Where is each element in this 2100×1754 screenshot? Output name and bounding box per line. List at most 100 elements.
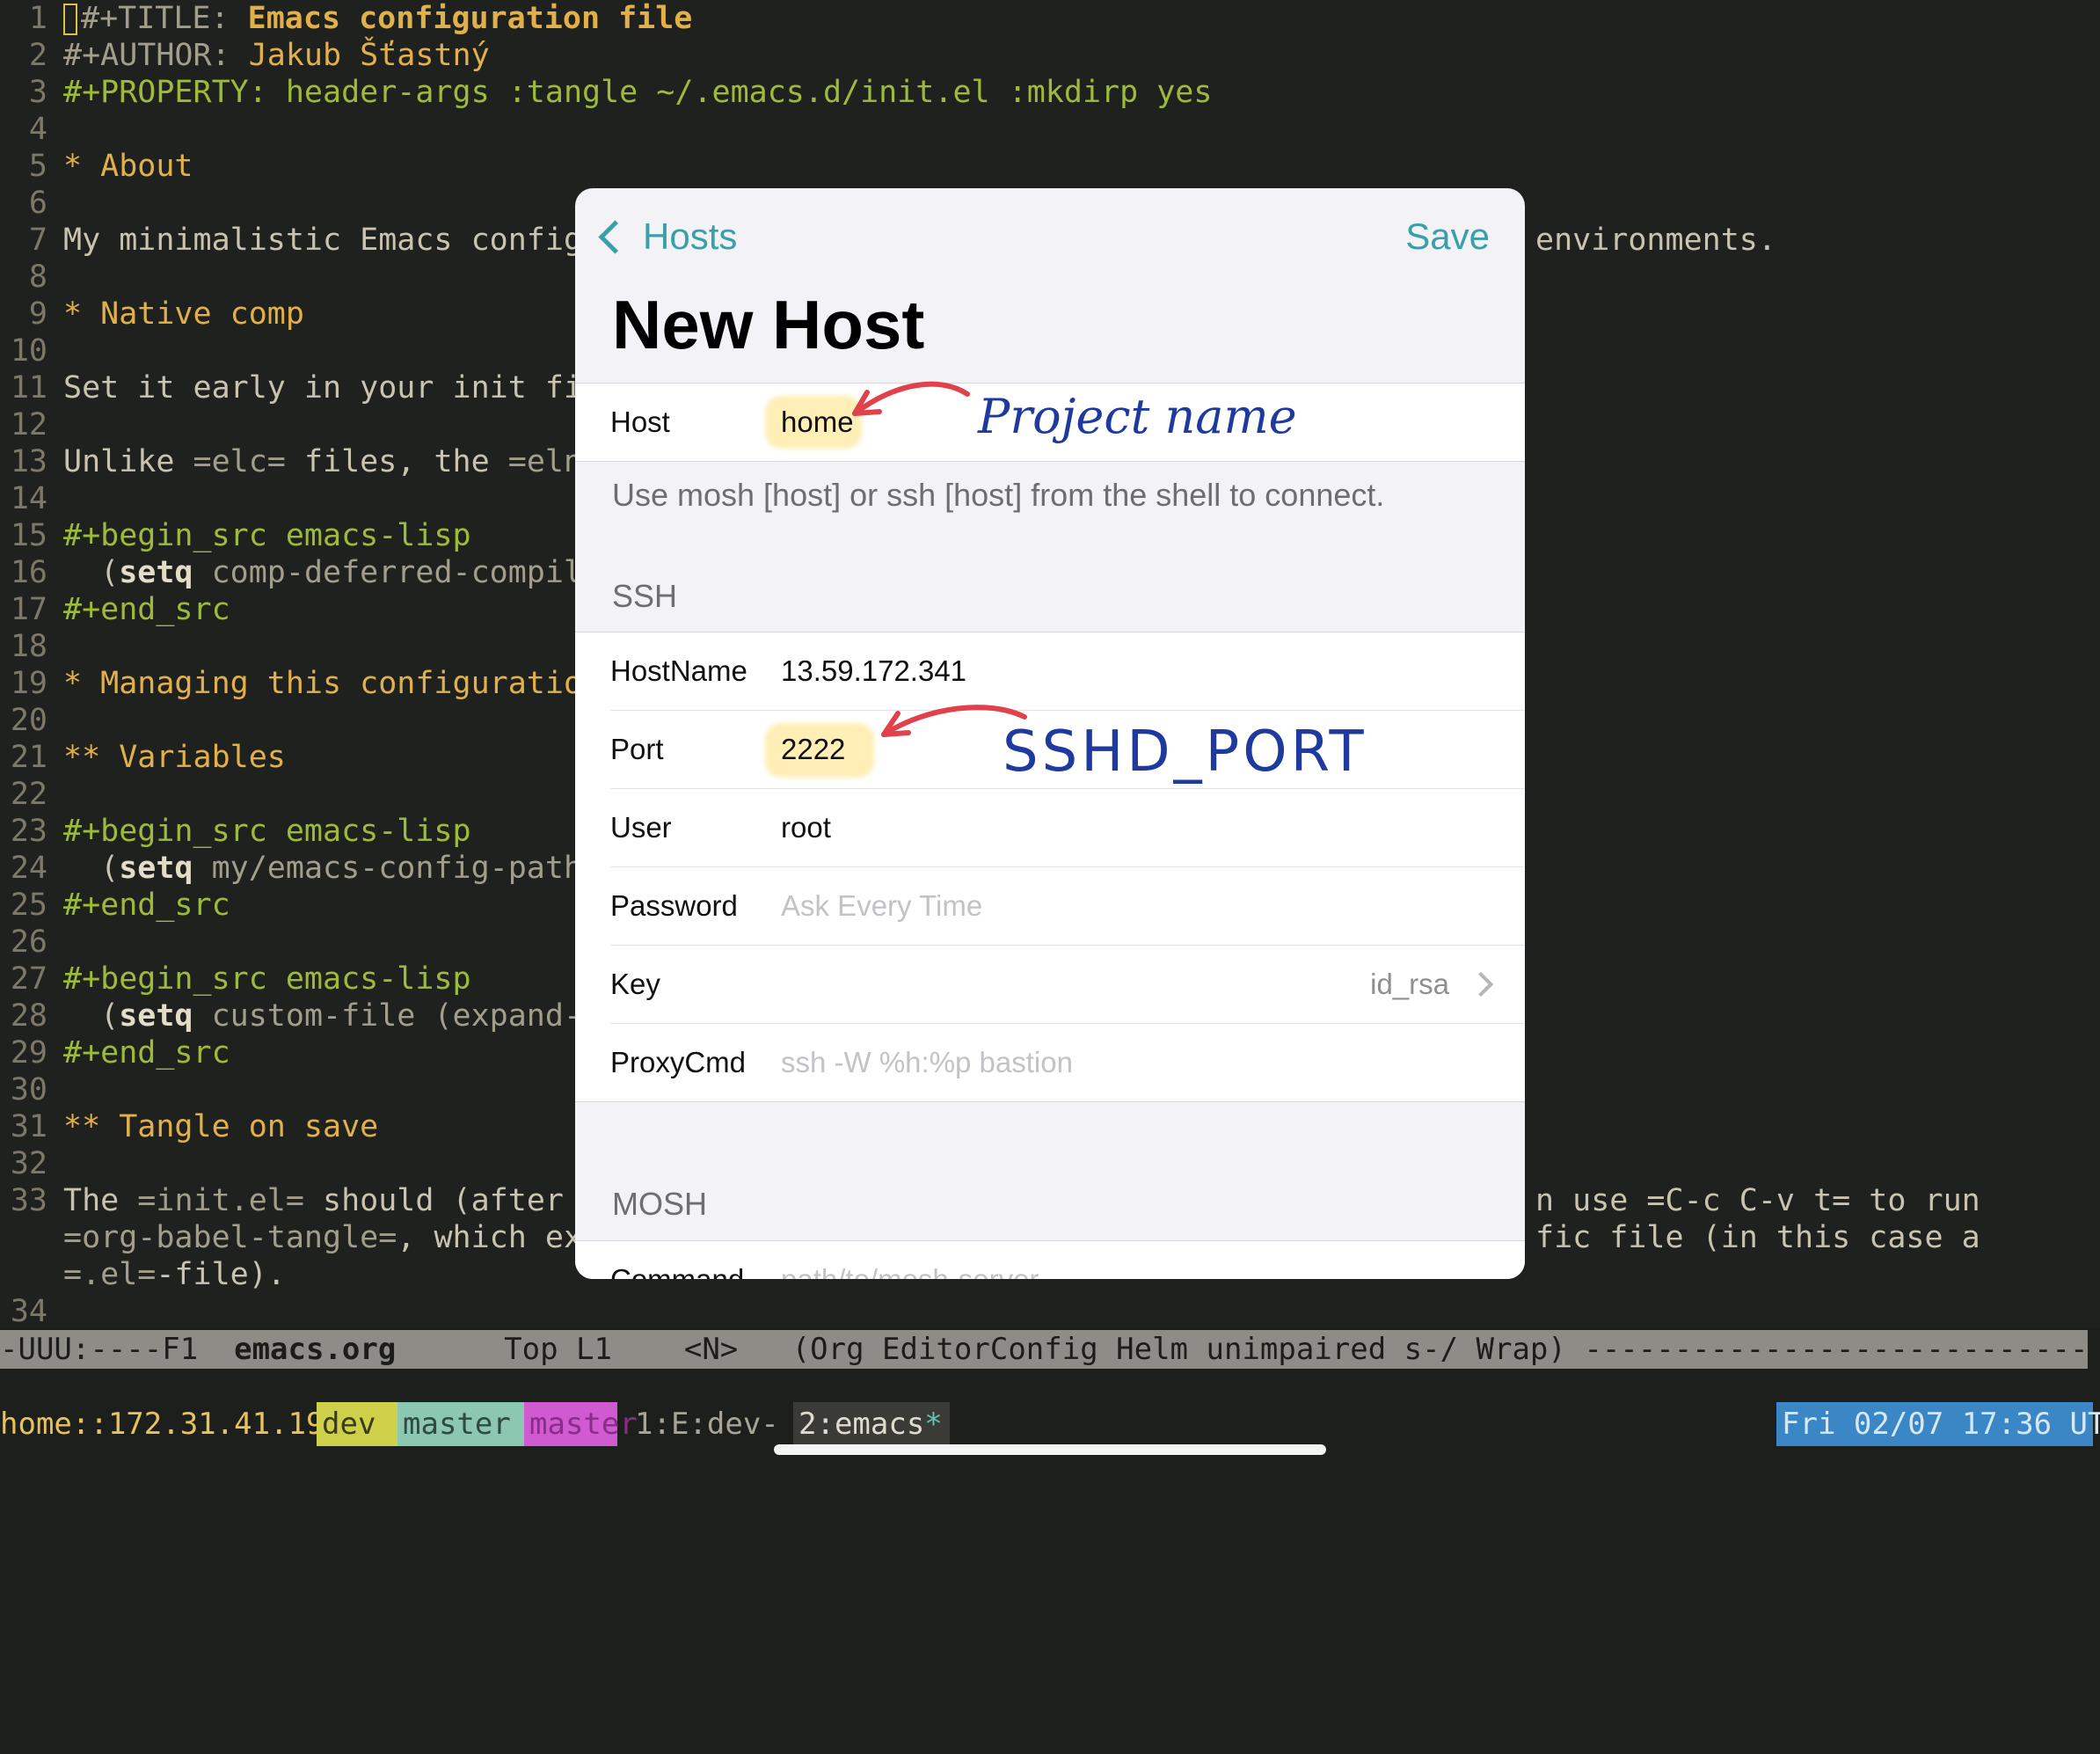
back-button-label: Hosts (643, 216, 738, 257)
editor-line[interactable]: =.el=-file). (0, 1256, 286, 1293)
editor-line[interactable]: 15 #+begin_src emacs-lisp (0, 517, 471, 554)
editor-line[interactable]: 13Unlike =elc= files, the =eln= fi (0, 443, 656, 480)
line-number: 3 (28, 75, 47, 110)
code-text: ( (63, 998, 120, 1034)
editor-line[interactable]: 30 (0, 1071, 63, 1108)
editor-line[interactable]: 5 * About (0, 148, 193, 185)
editor-line[interactable]: 16 (setq comp-deferred-compilation (0, 554, 675, 591)
code-text: ( (63, 555, 120, 590)
tmux-window-2[interactable]: 2:emacs* (793, 1402, 950, 1446)
mosh-section-header: MOSH (612, 1186, 707, 1222)
tmux-window-1[interactable]: 1:E:dev- (630, 1402, 784, 1446)
mode-line-info: Top L1 <N> (Org EditorConfig Helm unimpa… (504, 1332, 2088, 1367)
code-text: =elc= (193, 444, 286, 479)
line-number: 10 (10, 333, 47, 369)
line-number: 18 (10, 629, 47, 664)
hostname-input[interactable]: 13.59.172.341 (781, 632, 966, 710)
tmux-window-2-label: 2:emacs (798, 1407, 925, 1442)
code-text: #+begin_src emacs-lisp (63, 961, 471, 997)
editor-line[interactable]: 11 Set it early in your init file so (0, 369, 675, 406)
code-text: =init.el= (137, 1183, 304, 1218)
line-number: 5 (28, 149, 47, 184)
code-text: ** Variables (63, 740, 286, 775)
editor-line[interactable]: 22 (0, 776, 63, 813)
editor-line[interactable]: 21 ** Variables (0, 739, 286, 776)
line-number: 34 (10, 1294, 47, 1329)
line-number: 1 (28, 1, 47, 36)
mode-line-buffer-name: emacs.org (234, 1332, 397, 1367)
line-number: 19 (10, 666, 47, 701)
key-row[interactable]: Key id_rsa (610, 946, 1525, 1024)
editor-line[interactable]: 9 * Native comp (0, 296, 304, 333)
editor-line[interactable]: 31 ** Tangle on save (0, 1108, 378, 1145)
code-text: * Native comp (63, 296, 304, 332)
hostname-row[interactable]: HostName 13.59.172.341 (610, 632, 1525, 711)
line-number: 33 (10, 1183, 47, 1218)
line-number: 21 (10, 740, 47, 775)
line-number: 8 (28, 259, 47, 295)
editor-line[interactable]: 27 #+begin_src emacs-lisp (0, 961, 471, 998)
password-row[interactable]: Password Ask Every Time (610, 867, 1525, 946)
ssh-group: HostName 13.59.172.341 Port 2222 User ro… (575, 632, 1525, 1102)
user-input[interactable]: root (781, 789, 831, 866)
code-text: =org-babel-tangle= (63, 1220, 397, 1255)
code-text: setq (119, 851, 193, 886)
editor-line[interactable]: 19 * Managing this configuration (0, 665, 601, 702)
editor-line[interactable]: 14 (0, 480, 63, 517)
editor-line[interactable]: 28 (setq custom-file (expand-file- (0, 998, 675, 1034)
editor-line[interactable]: 26 (0, 924, 63, 961)
editor-line[interactable]: 32 (0, 1145, 63, 1182)
editor-line[interactable]: 10 (0, 333, 63, 369)
editor-line[interactable]: 20 (0, 702, 63, 739)
back-to-hosts-button[interactable]: Hosts (594, 215, 737, 259)
editor-line[interactable]: 18 (0, 628, 63, 665)
line-number: 15 (10, 518, 47, 553)
arrow-to-host-icon (852, 381, 970, 416)
code-text: setq (119, 998, 193, 1034)
line-number: 6 (28, 186, 47, 221)
code-text-overflow: environments. (1535, 223, 1776, 258)
editor-line[interactable]: 24 (setq my/emacs-config-path (exp (0, 850, 675, 887)
editor-line[interactable]: 4 (0, 111, 63, 148)
code-text: Unlike (63, 444, 193, 479)
tmux-git-branch: master (397, 1402, 524, 1446)
editor-line[interactable]: 34 (0, 1293, 63, 1330)
chevron-left-icon (598, 219, 632, 254)
editor-line[interactable]: 7 My minimalistic Emacs configurat (0, 222, 656, 259)
editor-line[interactable]: 2 #+AUTHOR: Jakub Šťastný (0, 37, 490, 74)
home-indicator[interactable] (774, 1444, 1326, 1455)
line-number: 17 (10, 592, 47, 627)
editor-line[interactable]: 29 #+end_src (0, 1034, 230, 1071)
editor-line[interactable]: =org-babel-tangle=, which extract (0, 1219, 674, 1256)
user-label: User (610, 811, 672, 844)
editor-line[interactable]: 3 #+PROPERTY: header-args :tangle ~/.emac… (0, 74, 1213, 111)
line-number: 32 (10, 1146, 47, 1181)
editor-line[interactable]: 17 #+end_src (0, 591, 230, 628)
tmux-git-branch-secondary: master (524, 1402, 638, 1446)
host-input[interactable]: home (781, 384, 854, 461)
editor-line[interactable]: 1 #+TITLE: Emacs configuration file (0, 0, 692, 37)
editor-line[interactable]: 23 #+begin_src emacs-lisp (0, 813, 471, 850)
command-row[interactable]: Command path/to/mosh-server (610, 1241, 1525, 1279)
code-text: Emacs configuration file (247, 1, 693, 36)
port-input[interactable]: 2222 (781, 711, 845, 788)
chevron-right-icon (1468, 971, 1494, 998)
tmux-session: dev (317, 1402, 397, 1446)
editor-line[interactable]: 8 (0, 259, 63, 296)
editor-line[interactable]: 25 #+end_src (0, 887, 230, 924)
editor-line[interactable]: 33 The =init.el= should (after the t (0, 1182, 675, 1219)
editor-line[interactable]: 12 (0, 406, 63, 443)
line-number: 25 (10, 888, 47, 923)
key-label: Key (610, 968, 660, 1000)
user-row[interactable]: User root (610, 789, 1525, 867)
command-input[interactable]: path/to/mosh-server (781, 1241, 1039, 1279)
ssh-section-header: SSH (612, 578, 678, 614)
proxycmd-input[interactable]: ssh -W %h:%p bastion (781, 1024, 1073, 1101)
line-number: 11 (10, 370, 47, 406)
line-number: 9 (28, 296, 47, 332)
password-input[interactable]: Ask Every Time (781, 867, 982, 945)
save-button[interactable]: Save (1405, 215, 1490, 259)
line-number: 2 (28, 38, 47, 73)
editor-line[interactable]: 6 (0, 185, 63, 222)
proxycmd-row[interactable]: ProxyCmd ssh -W %h:%p bastion (610, 1024, 1525, 1101)
